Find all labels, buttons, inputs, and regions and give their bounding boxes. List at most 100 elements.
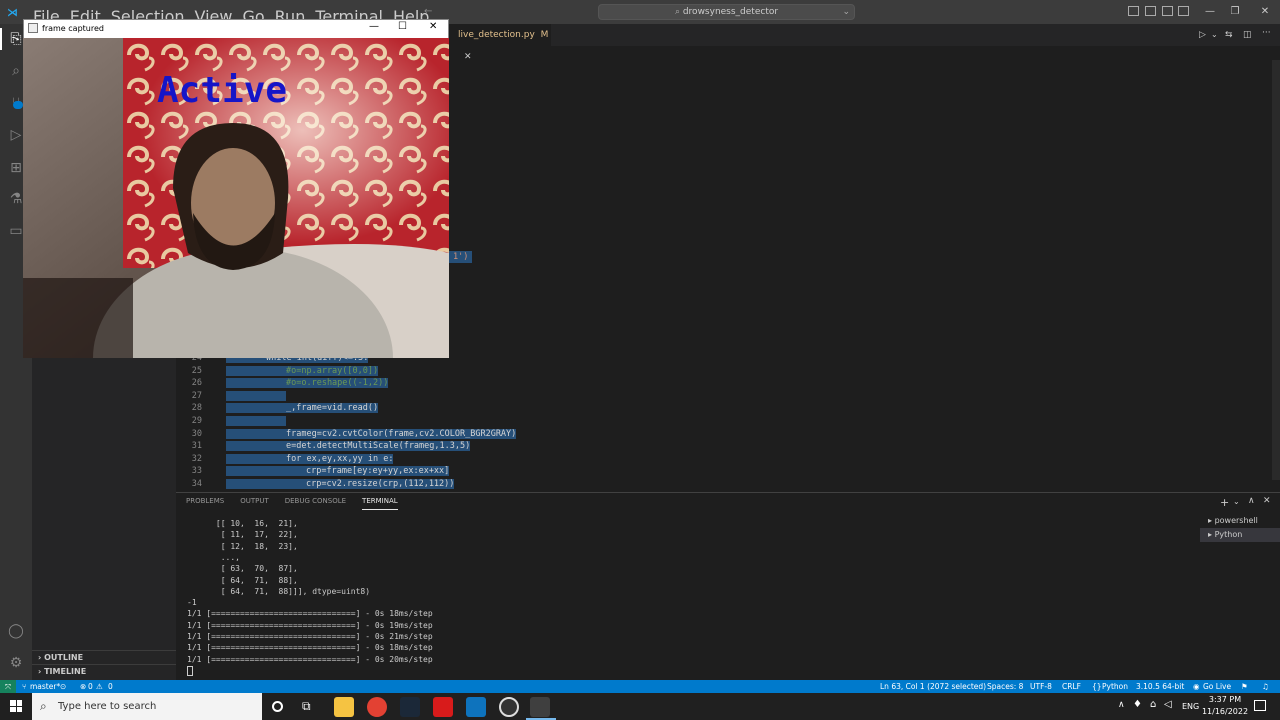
- code-line[interactable]: 33 crp=frame[ey:ey+yy,ex:ex+xx]: [176, 465, 1176, 478]
- python-app-icon[interactable]: [530, 697, 550, 717]
- line-number: 27: [191, 390, 202, 401]
- language-mode[interactable]: Python: [1102, 680, 1128, 693]
- camera-window-titlebar[interactable]: frame captured: [24, 20, 448, 38]
- line-number: 34: [191, 479, 202, 489]
- file-explorer-icon[interactable]: [334, 697, 354, 717]
- code-line[interactable]: 29: [176, 415, 1176, 428]
- code-line[interactable]: 32 for ex,ey,xx,yy in e:: [176, 453, 1176, 466]
- terminal-line: -1: [187, 598, 197, 608]
- chevron-down-icon: ⌄: [842, 7, 850, 17]
- terminal-line: [ 63, 70, 87],: [187, 564, 298, 574]
- camera-close-icon[interactable]: ✕: [429, 21, 437, 32]
- clock-date[interactable]: 11/16/2022: [1200, 707, 1250, 716]
- run-menu-chevron-icon[interactable]: ⌄: [1211, 30, 1218, 39]
- terminal-list-item-python[interactable]: ▸ Python: [1200, 528, 1280, 542]
- cortana-icon[interactable]: [272, 701, 283, 712]
- indentation[interactable]: Spaces: 8: [987, 680, 1023, 693]
- obs-icon[interactable]: [499, 697, 519, 717]
- tab-terminal[interactable]: TERMINAL: [362, 497, 398, 510]
- open-changes-icon[interactable]: ⇆: [1225, 30, 1233, 40]
- feedback-icon[interactable]: ⚑: [1241, 680, 1248, 693]
- code-line[interactable]: 28 _,frame=vid.read(): [176, 402, 1176, 415]
- maximize-panel-icon[interactable]: ∧: [1248, 496, 1255, 506]
- toggle-sidebar-icon[interactable]: [1128, 6, 1139, 16]
- go-live-icon: ◉: [1193, 682, 1200, 691]
- clock-time[interactable]: 3:37 PM: [1203, 695, 1247, 704]
- source-control-badge: [13, 101, 23, 109]
- notifications-bell-icon[interactable]: ♫: [1262, 680, 1269, 693]
- python-interpreter[interactable]: 3.10.5 64-bit: [1136, 680, 1184, 693]
- windows-start-icon[interactable]: [10, 700, 22, 712]
- code-line[interactable]: 26 #o=o.reshape((-1,2)): [176, 377, 1176, 390]
- account-icon[interactable]: ◯: [0, 617, 32, 645]
- command-center-label: drowsyness_detector: [682, 7, 779, 17]
- tab-live-detection[interactable]: live_detection.py M ✕: [447, 24, 551, 62]
- language-indicator[interactable]: ENG: [1182, 702, 1199, 711]
- volume-icon[interactable]: ◁: [1164, 699, 1172, 710]
- acrobat-icon[interactable]: [433, 697, 453, 717]
- branch-name[interactable]: master*: [30, 680, 60, 693]
- notification-center-icon[interactable]: [1254, 700, 1266, 711]
- encoding[interactable]: UTF-8: [1030, 680, 1052, 693]
- camera-window-title: frame captured: [42, 24, 104, 33]
- code-line[interactable]: 30 frameg=cv2.cvtColor(frame,cv2.COLOR_BG…: [176, 428, 1176, 441]
- tab-label: live_detection.py: [458, 30, 535, 40]
- toggle-secondary-sidebar-icon[interactable]: [1162, 6, 1173, 16]
- errors-icon[interactable]: ⊗: [80, 680, 86, 693]
- search-placeholder: Type here to search: [58, 701, 157, 712]
- code-line[interactable]: 27: [176, 390, 1176, 403]
- tab-close-icon[interactable]: ✕: [464, 52, 472, 62]
- code-line[interactable]: 25 #o=np.array([0,0]): [176, 365, 1176, 378]
- customize-layout-icon[interactable]: [1178, 6, 1189, 16]
- search-icon: ⌕: [40, 699, 47, 713]
- line-number: 29: [191, 416, 202, 426]
- camera-maximize-icon[interactable]: ☐: [398, 21, 407, 32]
- remote-indicator-icon[interactable]: ⤧: [0, 680, 16, 693]
- new-terminal-icon[interactable]: +: [1220, 496, 1229, 509]
- back-arrow-icon[interactable]: ←: [424, 6, 432, 17]
- end-of-line[interactable]: CRLF: [1062, 680, 1081, 693]
- line-number: 31: [191, 441, 202, 452]
- errors-count[interactable]: 0: [88, 680, 93, 693]
- tray-chevron-icon[interactable]: ∧: [1118, 700, 1125, 710]
- restore-icon[interactable]: ❐: [1220, 0, 1250, 24]
- go-live-button[interactable]: Go Live: [1203, 680, 1231, 693]
- warnings-count[interactable]: 0: [108, 680, 113, 693]
- camera-frame-image: Active: [23, 38, 449, 358]
- terminal-list-item-powershell[interactable]: ▸ powershell: [1200, 514, 1280, 528]
- tab-debug-console[interactable]: DEBUG CONSOLE: [285, 497, 346, 510]
- run-file-icon[interactable]: ▷: [1199, 30, 1206, 40]
- vscode-taskbar-icon[interactable]: [466, 697, 486, 717]
- terminal-dropdown-chevron-icon[interactable]: ⌄: [1233, 497, 1240, 506]
- cursor-position[interactable]: Ln 63, Col 1 (2072 selected): [880, 680, 986, 693]
- panel-tabs: PROBLEMS OUTPUT DEBUG CONSOLE TERMINAL: [186, 497, 398, 510]
- editor-scrollbar[interactable]: [1272, 60, 1280, 480]
- sync-icon[interactable]: ⊙: [60, 680, 66, 693]
- split-editor-icon[interactable]: ◫: [1243, 30, 1252, 40]
- microphone-icon[interactable]: ♦: [1133, 699, 1142, 710]
- status-overlay-text: Active: [157, 70, 288, 111]
- line-code: #o=np.array([0,0]): [226, 365, 379, 376]
- settings-gear-icon[interactable]: ⚙: [0, 649, 32, 677]
- warnings-icon[interactable]: ⚠: [96, 680, 103, 693]
- partial-code-fragment: 1'): [449, 251, 473, 263]
- more-actions-icon[interactable]: ···: [1262, 28, 1271, 38]
- camera-minimize-icon[interactable]: —: [369, 21, 379, 32]
- taskbar-search-box[interactable]: Type here to search: [32, 693, 262, 720]
- outline-section[interactable]: › OUTLINE: [32, 650, 176, 664]
- code-line[interactable]: 31 e=det.detectMultiScale(frameg,1.3,5): [176, 440, 1176, 453]
- code-line[interactable]: 34 crp=cv2.resize(crp,(112,112)): [176, 478, 1176, 491]
- vscode-logo-icon: ⋊: [7, 6, 18, 19]
- line-number: 32: [191, 453, 202, 464]
- network-icon[interactable]: ⌂: [1150, 699, 1156, 710]
- steam-icon[interactable]: [400, 697, 420, 717]
- command-center[interactable]: ⌕ drowsyness_detector ⌄: [598, 4, 855, 20]
- tab-output[interactable]: OUTPUT: [240, 497, 269, 510]
- tab-problems[interactable]: PROBLEMS: [186, 497, 224, 510]
- close-icon[interactable]: ✕: [1250, 0, 1280, 24]
- close-panel-icon[interactable]: ✕: [1263, 496, 1271, 506]
- task-view-icon[interactable]: ⧉: [302, 699, 311, 714]
- toggle-panel-icon[interactable]: [1145, 6, 1156, 16]
- timeline-section[interactable]: › TIMELINE: [32, 664, 176, 678]
- chrome-icon[interactable]: [367, 697, 387, 717]
